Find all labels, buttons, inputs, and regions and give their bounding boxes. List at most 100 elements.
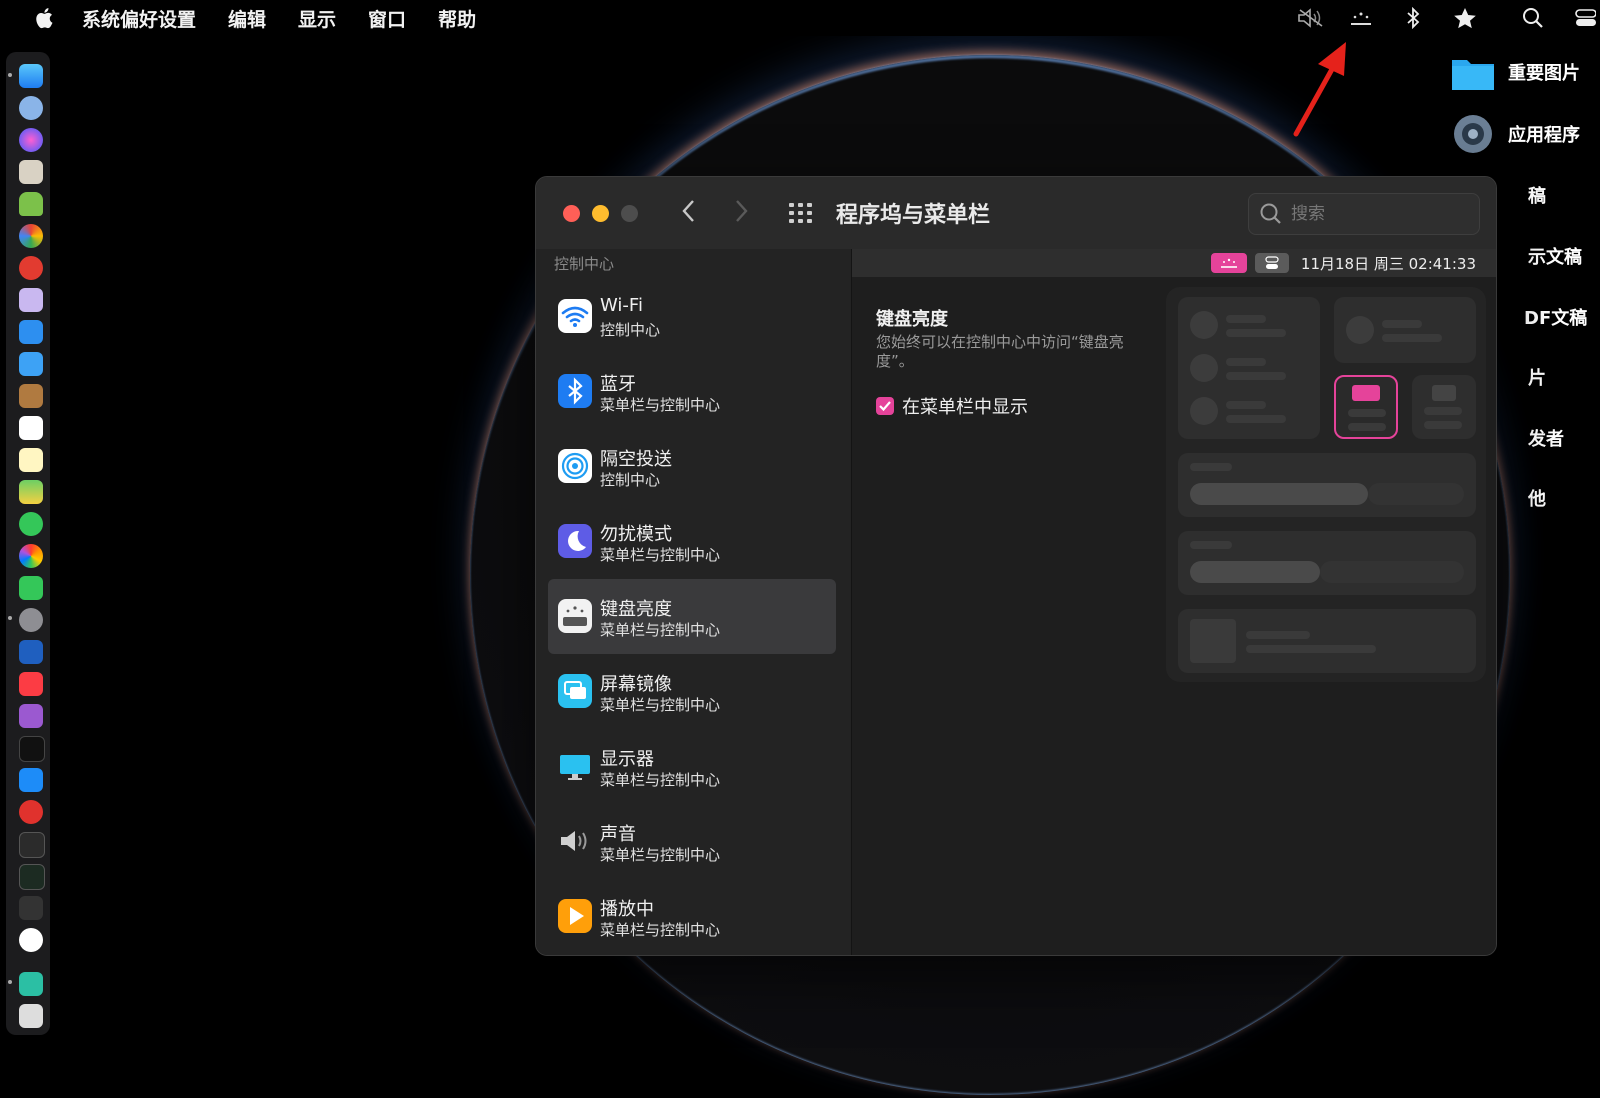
finder-icon[interactable] (19, 64, 43, 88)
yandex-icon[interactable] (19, 928, 43, 952)
keynote-icon[interactable] (19, 640, 43, 664)
search-icon[interactable] (1518, 6, 1548, 30)
app-icon[interactable] (19, 256, 43, 280)
menu-bar: 系统偏好设置 编辑 显示 窗口 帮助 (0, 0, 1600, 36)
sidebar-item-do-not-disturb[interactable]: 勿扰模式 菜单栏与控制中心 (548, 504, 836, 579)
sidebar-item-bluetooth[interactable]: 蓝牙 菜单栏与控制中心 (548, 354, 836, 429)
control-center-icon[interactable] (1570, 6, 1600, 30)
sidebar-item-subtitle: 菜单栏与控制中心 (600, 921, 721, 939)
desktop-item-partial[interactable]: 片 (1528, 364, 1546, 390)
sidebar-item-subtitle: 菜单栏与控制中心 (600, 396, 721, 414)
launchpad-icon[interactable] (19, 96, 43, 120)
photos-icon[interactable] (19, 544, 43, 568)
siri-icon[interactable] (19, 128, 43, 152)
setting-description: 您始终可以在控制中心中访问“键盘亮度”。 (876, 333, 1124, 370)
app-icon[interactable] (19, 288, 43, 312)
keyboard-brightness-icon[interactable] (1346, 6, 1376, 30)
menu-help[interactable]: 帮助 (438, 5, 476, 32)
desktop-item-partial[interactable]: 他 (1528, 485, 1546, 511)
messages-icon[interactable] (19, 512, 43, 536)
maps-icon[interactable] (19, 480, 43, 504)
podcasts-icon[interactable] (19, 704, 43, 728)
folder-icon (1452, 60, 1494, 90)
sidebar-item-subtitle: 菜单栏与控制中心 (600, 846, 721, 864)
facetime-icon[interactable] (19, 576, 43, 600)
sidebar-item-wifi[interactable]: Wi-Fi 控制中心 (548, 279, 836, 354)
preview-keyboard-brightness-icon (1210, 253, 1247, 273)
show-all-grid-icon[interactable] (789, 203, 813, 223)
bluetooth-icon[interactable] (1398, 6, 1428, 30)
wifi-icon (558, 299, 592, 333)
app-store-icon[interactable] (19, 768, 43, 792)
desktop-item-label: 应用程序 (1508, 125, 1580, 146)
mission-control-icon[interactable] (19, 160, 43, 184)
android-icon[interactable] (19, 192, 43, 216)
sidebar-item-sound[interactable]: 声音 菜单栏与控制中心 (548, 804, 836, 879)
menu-app-name[interactable]: 系统偏好设置 (82, 5, 196, 32)
show-in-menu-bar-checkbox[interactable]: 在菜单栏中显示 (876, 393, 1028, 419)
preview-date-time: 11月18日 周三 02:41:33 (1300, 254, 1476, 273)
annotation-arrow (1293, 42, 1346, 137)
sidebar-item-airdrop[interactable]: 隔空投送 控制中心 (548, 429, 836, 504)
forward-button[interactable] (730, 199, 754, 227)
mute-icon[interactable] (1296, 6, 1326, 30)
terminal-icon[interactable] (19, 832, 45, 858)
sidebar-section-label: 控制中心 (554, 255, 615, 273)
screen-mirroring-icon (558, 674, 592, 708)
zoom-button[interactable] (621, 205, 638, 222)
sidebar-item-now-playing[interactable]: 播放中 菜单栏与控制中心 (548, 879, 836, 954)
mock-display-slider-tile (1178, 453, 1476, 517)
activity-monitor-icon[interactable] (19, 864, 45, 890)
desktop-item-applications[interactable]: 应用程序 (1450, 112, 1580, 156)
chrome-icon[interactable] (19, 224, 43, 248)
safari-icon[interactable] (19, 320, 43, 344)
app-icon[interactable] (19, 1004, 43, 1028)
notes-icon[interactable] (19, 448, 43, 472)
close-button[interactable] (563, 205, 580, 222)
mail-icon[interactable] (19, 352, 43, 376)
running-indicator (8, 980, 12, 984)
checkbox-checked-icon[interactable] (876, 397, 894, 415)
sidebar-item-screen-mirroring[interactable]: 屏幕镜像 菜单栏与控制中心 (548, 654, 836, 729)
display-icon (558, 749, 592, 783)
desktop-item-partial[interactable]: DF文稿 (1524, 304, 1587, 330)
mock-now-playing-tile (1178, 609, 1476, 673)
console-icon[interactable] (19, 896, 43, 920)
content-pane: 11月18日 周三 02:41:33 键盘亮度 您始终可以在控制中心中访问“键盘… (852, 249, 1496, 955)
status-area (1288, 0, 1600, 36)
setting-heading: 键盘亮度 (876, 309, 948, 330)
speaker-icon (558, 824, 592, 858)
contacts-icon[interactable] (19, 384, 43, 408)
search-input[interactable] (1289, 203, 1463, 225)
desktop-item-partial[interactable]: 发者 (1528, 425, 1564, 451)
sidebar-item-title: 声音 (600, 824, 636, 845)
star-icon[interactable] (1450, 6, 1480, 30)
desktop-item-partial[interactable]: 示文稿 (1528, 243, 1582, 269)
preview-control-center-icon (1254, 253, 1289, 273)
sidebar-item-subtitle: 菜单栏与控制中心 (600, 696, 721, 714)
sidebar-item-title: 勿扰模式 (600, 524, 672, 545)
calendar-icon[interactable] (19, 416, 43, 440)
airdrop-icon (558, 449, 592, 483)
dock (6, 52, 50, 1035)
minimize-button[interactable] (592, 205, 609, 222)
sidebar-item-title: 播放中 (600, 899, 654, 920)
back-button[interactable] (676, 199, 700, 227)
preferences-window: 程序坞与菜单栏 控制中心 Wi-Fi 控制中心 蓝牙 菜单栏与控制中心 (535, 176, 1497, 956)
menu-view[interactable]: 显示 (298, 5, 336, 32)
menu-window[interactable]: 窗口 (368, 5, 406, 32)
search-field[interactable] (1248, 193, 1480, 235)
desktop-item-important-photos[interactable]: 重要图片 (1450, 52, 1580, 92)
sidebar-item-title: 键盘亮度 (600, 599, 672, 620)
music-icon[interactable] (19, 672, 43, 696)
desktop-item-partial[interactable]: 稿 (1528, 182, 1546, 208)
vivaldi-icon[interactable] (19, 800, 43, 824)
tv-icon[interactable] (19, 736, 45, 762)
sidebar-item-subtitle: 菜单栏与控制中心 (600, 771, 721, 789)
app-icon[interactable] (19, 972, 43, 996)
sidebar-item-keyboard-brightness[interactable]: 键盘亮度 菜单栏与控制中心 (548, 579, 836, 654)
apple-menu-icon[interactable] (32, 5, 58, 31)
system-preferences-icon[interactable] (19, 608, 43, 632)
menu-edit[interactable]: 编辑 (228, 5, 266, 32)
sidebar-item-display[interactable]: 显示器 菜单栏与控制中心 (548, 729, 836, 804)
